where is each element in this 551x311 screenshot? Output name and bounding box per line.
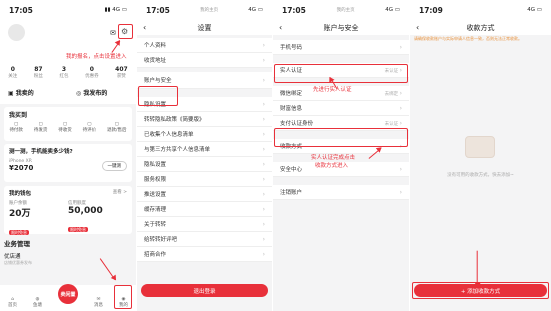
- page-title: 账户与安全: [323, 23, 359, 32]
- trade-item[interactable]: ▢ 待收货: [58, 122, 72, 133]
- phone-price: ¥2070: [9, 164, 34, 172]
- status-time: 17:05: [9, 5, 33, 15]
- status-header: 我的主页: [200, 8, 219, 13]
- status-bar: 17:09 4G ▭: [410, 0, 551, 20]
- settings-item-profile[interactable]: 个人资料 ›: [137, 38, 272, 53]
- my-published-button[interactable]: ◎ 我发布的: [68, 88, 136, 97]
- quick-actions: ▣ 我卖的 ◎ 我发布的: [0, 88, 136, 97]
- status-icons: ▮▮ 4G ▭: [104, 7, 127, 13]
- panel-account-security: 17:05 我的主页 4G ▭ ‹ 账户与安全 手机号码 › 实人认证 未认证 › …: [273, 0, 409, 311]
- stat-redpack[interactable]: 3 红包: [59, 66, 68, 79]
- status-time: 17:05: [146, 5, 170, 15]
- payment-method-highlight: [274, 128, 408, 147]
- settings-item[interactable]: 招商合作 ›: [137, 247, 272, 262]
- settings-item-address[interactable]: 收货地址 ›: [137, 53, 272, 68]
- account-item-phone[interactable]: 手机号码 ›: [273, 40, 409, 55]
- sell-estimate-card: 测一测，手机能卖多少钱? iPhone XR ¥2070 一键测: [4, 144, 132, 182]
- status-icons: 4G ▭: [527, 7, 542, 13]
- logout-button[interactable]: 退出登录: [141, 284, 268, 297]
- status-bar: 17:05 我的主页 4G ▭: [137, 0, 272, 20]
- trades-items: ▢ 待付款 ▢ 待发货 ▢ 待收货 ▢ 待评价 ▢ 退款/售后: [4, 122, 132, 133]
- nav-home[interactable]: ⌂ 首页: [8, 297, 17, 308]
- settings-item[interactable]: 转转隐私政策《简要版》 ›: [137, 112, 272, 127]
- page-title: 设置: [197, 23, 212, 32]
- wallet-credit[interactable]: 信用额度 50,000 限时免息: [68, 200, 127, 238]
- trades-card: 我买到 ▢ 待付款 ▢ 待发货 ▢ 待收货 ▢ 待评价 ▢ 退款/售后: [4, 107, 132, 141]
- stat-likes[interactable]: 407 获赞: [115, 66, 128, 79]
- wallet-title: 我的钱包: [9, 191, 32, 197]
- my-sold-button[interactable]: ▣ 我卖的: [0, 88, 68, 97]
- wallet-card: 我的钱包 查看 > 账户余额 20万 限时免息 信用额度 50,000 限时免息: [4, 186, 132, 235]
- settings-list: 个人资料 › 收货地址 › 账户与安全 › 隐私设置 › 转转隐私政策《简要版》 › 已收…: [137, 38, 272, 262]
- business-title: 业务管理: [4, 240, 30, 248]
- settings-item[interactable]: 给转转好评吧 ›: [137, 232, 272, 247]
- nav-sell[interactable]: 卖闲置: [58, 284, 78, 304]
- coupon-title[interactable]: 优店通: [4, 252, 132, 260]
- wallet-balance[interactable]: 账户余额 20万 限时免息: [9, 200, 68, 238]
- business-section: 业务管理 优店通 店铺优惠券发布: [4, 238, 132, 268]
- stats-row: 0 关注 87 粉丝 3 红包 0 优惠券 407 获赞: [0, 66, 136, 79]
- avatar[interactable]: [8, 24, 25, 41]
- payment-topbar: ‹ 收款方式: [410, 20, 551, 35]
- status-header: 我的主页: [336, 8, 355, 13]
- payment-annotation-1: 实人认证完成点击: [311, 155, 356, 161]
- back-icon[interactable]: ‹: [279, 23, 282, 32]
- stat-follow[interactable]: 0 关注: [8, 66, 17, 79]
- page-title: 收款方式: [466, 23, 495, 32]
- payment-notice: 请确保收款账户与实际申请人信息一致，否则无法正常收款。: [414, 36, 522, 41]
- stat-fans[interactable]: 87 粉丝: [34, 66, 43, 79]
- nav-messages[interactable]: ✉ 消息: [94, 297, 103, 308]
- status-bar: 17:05 ▮▮ 4G ▭: [0, 0, 136, 20]
- settings-highlight: [118, 24, 133, 39]
- trade-item[interactable]: ▢ 待发货: [34, 122, 48, 133]
- status-bar: 17:05 我的主页 4G ▭: [273, 0, 409, 20]
- trade-item[interactable]: ▢ 待评价: [83, 122, 97, 133]
- status-icons: 4G ▭: [385, 7, 400, 13]
- status-time: 17:05: [282, 5, 306, 15]
- settings-item[interactable]: 已收集个人信息清单 ›: [137, 127, 272, 142]
- settings-annotation: 我的报名，点击设置进入: [66, 54, 127, 60]
- empty-text: 没有可用的收款方式，快去添加~: [447, 173, 514, 178]
- settings-item[interactable]: 推送设置 ›: [137, 187, 272, 202]
- sell-prompt: 测一测，手机能卖多少钱?: [9, 149, 73, 155]
- settings-topbar: ‹ 设置: [137, 20, 272, 35]
- payment-annotation-2: 收款方式进入: [315, 163, 349, 169]
- account-item-wealth[interactable]: 财富信息 ›: [273, 101, 409, 116]
- back-icon[interactable]: ‹: [416, 23, 419, 32]
- trade-item[interactable]: ▢ 待付款: [9, 122, 23, 133]
- status-icons: 4G ▭: [248, 7, 263, 13]
- wallet-empty-icon: [465, 136, 495, 158]
- settings-item[interactable]: 隐私设置 ›: [137, 157, 272, 172]
- coupon-sub: 店铺优惠券发布: [4, 260, 32, 265]
- account-item-cancel-account[interactable]: 注销账户 ›: [273, 185, 409, 200]
- settings-item[interactable]: 与第三方共享个人信息清单 ›: [137, 142, 272, 157]
- wallet-link[interactable]: 查看 >: [113, 189, 127, 197]
- back-icon[interactable]: ‹: [143, 23, 146, 32]
- stat-coupon[interactable]: 0 优惠券: [85, 66, 99, 79]
- real-name-annotation: 先进行实人认证: [313, 87, 352, 93]
- account-topbar: ‹ 账户与安全: [273, 20, 409, 35]
- real-name-highlight: [274, 64, 408, 83]
- panel-profile: 17:05 ▮▮ 4G ▭ ✉ ⚙ 我的报名，点击设置进入 0 关注 87 粉丝 3…: [0, 0, 136, 311]
- nav-mine-highlight: [114, 285, 132, 309]
- nav-pond[interactable]: ◍ 鱼塘: [33, 297, 42, 308]
- profile-header: ✉ ⚙ 我的报名，点击设置进入 0 关注 87 粉丝 3 红包 0 优惠券 407 获赞 …: [0, 20, 136, 104]
- settings-item[interactable]: 关于转转 ›: [137, 217, 272, 232]
- arrow-to-settings: [111, 40, 121, 54]
- sell-center-button[interactable]: 卖闲置: [58, 284, 78, 304]
- panel-payment-method: 17:09 4G ▭ ‹ 收款方式 请确保收款账户与实际申请人信息一致，否则无法…: [410, 0, 551, 311]
- settings-item[interactable]: 服务权限 ›: [137, 172, 272, 187]
- panel-settings: 17:05 我的主页 4G ▭ ‹ 设置 个人资料 › 收货地址 › 账户与安全 › …: [137, 0, 272, 311]
- status-time: 17:09: [419, 5, 443, 15]
- trade-item[interactable]: ▢ 退款/售后: [107, 122, 127, 133]
- message-icon[interactable]: ✉: [110, 29, 116, 37]
- settings-item[interactable]: 缓存清理 ›: [137, 202, 272, 217]
- trades-title: 我买到: [9, 112, 28, 119]
- account-security-highlight: [138, 86, 178, 106]
- add-button-highlight: [412, 282, 549, 299]
- sell-estimate-button[interactable]: 一键测: [101, 160, 127, 171]
